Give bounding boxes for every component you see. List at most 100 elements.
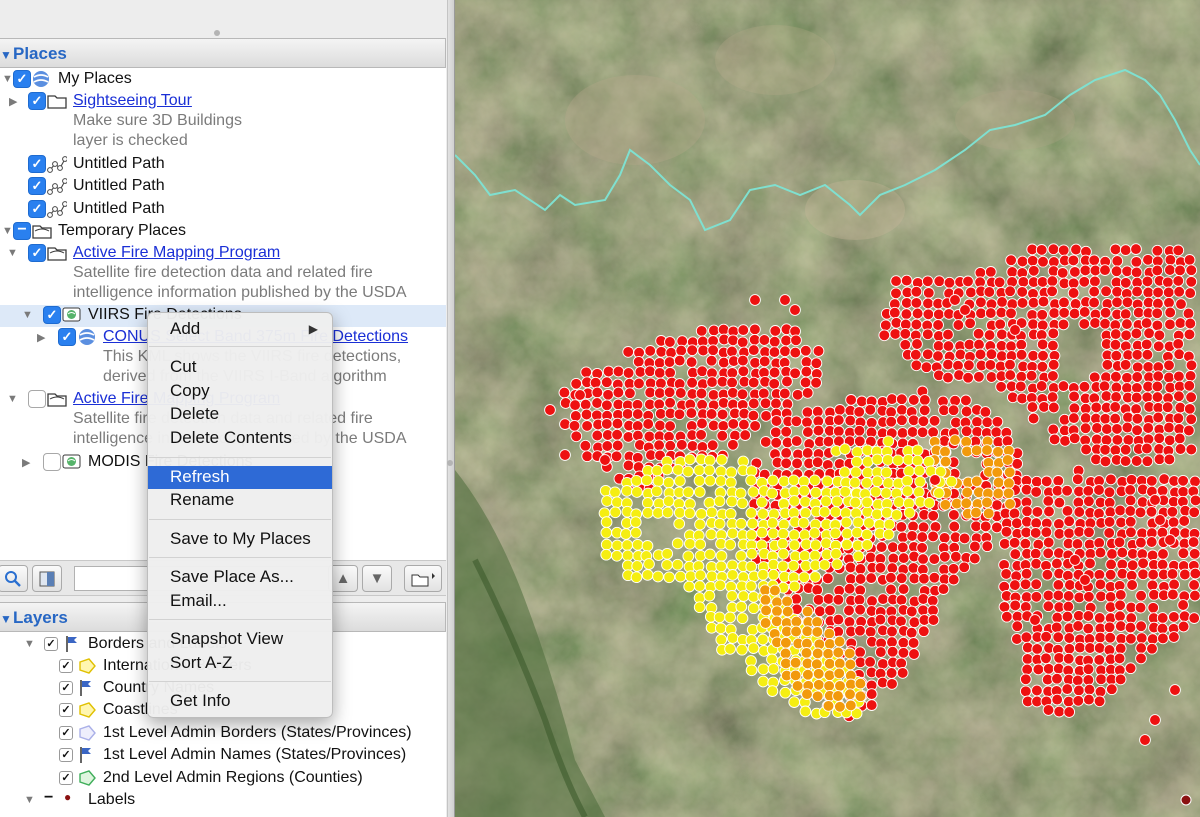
fire-detection-point[interactable] [875, 541, 888, 553]
fire-detection-point[interactable] [1029, 614, 1041, 626]
fire-detection-point[interactable] [629, 516, 642, 528]
fire-detection-point[interactable] [1082, 622, 1095, 635]
fire-detection-point[interactable] [644, 386, 657, 399]
fire-detection-point[interactable] [917, 625, 930, 638]
fire-detection-point[interactable] [991, 499, 1003, 511]
fire-detection-point[interactable] [1173, 285, 1186, 298]
fire-detection-point[interactable] [1126, 579, 1138, 591]
fire-detection-point[interactable] [1122, 434, 1135, 446]
fire-detection-point[interactable] [776, 537, 789, 550]
fire-detection-point[interactable] [1020, 591, 1033, 603]
fire-detection-point[interactable] [716, 375, 729, 388]
fire-detection-point[interactable] [852, 516, 864, 529]
fire-detection-point[interactable] [1047, 243, 1060, 256]
fire-detection-point[interactable] [694, 569, 707, 582]
fire-detection-point[interactable] [822, 647, 835, 660]
fire-detection-point[interactable] [757, 568, 769, 581]
fire-detection-point[interactable] [811, 584, 824, 596]
fire-detection-point[interactable] [1093, 612, 1106, 624]
fire-detection-point[interactable] [734, 487, 747, 500]
fire-detection-point[interactable] [854, 603, 866, 616]
fire-detection-point[interactable] [717, 420, 730, 432]
fire-detection-point[interactable] [1078, 318, 1091, 330]
fire-detection-point[interactable] [1183, 254, 1196, 266]
fire-detection-point[interactable] [914, 475, 926, 488]
fire-detection-point[interactable] [664, 366, 676, 379]
fire-detection-point[interactable] [799, 495, 812, 508]
fire-detection-point[interactable] [1143, 327, 1155, 340]
fire-detection-point[interactable] [1149, 494, 1161, 506]
fire-detection-point[interactable] [839, 485, 852, 498]
fire-detection-point[interactable] [767, 558, 780, 571]
fire-detection-point[interactable] [801, 406, 814, 419]
fire-detection-point[interactable] [890, 287, 902, 300]
fire-detection-point[interactable] [1183, 424, 1195, 437]
tree-link[interactable]: Sightseeing Tour [73, 92, 192, 110]
fire-detection-point[interactable] [1145, 536, 1158, 548]
fire-detection-point[interactable] [981, 496, 993, 509]
fire-detection-point[interactable] [727, 438, 739, 451]
fire-detection-point[interactable] [747, 397, 760, 410]
fire-detection-point[interactable] [1005, 254, 1017, 267]
fire-detection-point[interactable] [1067, 254, 1080, 267]
earth-view-map[interactable] [455, 0, 1200, 817]
fire-detection-point[interactable] [1103, 621, 1116, 634]
fire-detection-point[interactable] [1121, 371, 1133, 384]
fire-detection-point[interactable] [717, 356, 730, 369]
fire-detection-point[interactable] [1177, 547, 1190, 560]
fire-detection-point[interactable] [790, 435, 803, 447]
fire-detection-point[interactable] [693, 580, 706, 592]
fire-detection-point[interactable] [1174, 264, 1186, 277]
fire-detection-point[interactable] [1001, 454, 1014, 466]
fire-detection-point[interactable] [833, 657, 846, 670]
fire-detection-point[interactable] [600, 526, 613, 539]
fire-detection-point[interactable] [1035, 244, 1048, 256]
fire-detection-point[interactable] [726, 345, 738, 358]
fire-detection-point[interactable] [788, 529, 801, 541]
fire-detection-point[interactable] [1003, 477, 1015, 490]
fire-detection-point[interactable] [789, 656, 802, 669]
fire-detection-point[interactable] [737, 365, 750, 378]
fire-detection-point[interactable] [1093, 642, 1106, 654]
fire-detection-point[interactable] [758, 355, 771, 368]
fire-detection-point[interactable] [922, 287, 935, 299]
fire-detection-point[interactable] [1016, 297, 1029, 309]
fire-detection-point[interactable] [611, 439, 624, 452]
fire-detection-point[interactable] [1027, 318, 1039, 331]
checkbox-country-names[interactable]: ✓ [59, 681, 73, 695]
fire-detection-point[interactable] [899, 338, 912, 351]
fire-detection-point[interactable] [927, 426, 939, 439]
fire-detection-point[interactable] [781, 605, 794, 618]
fire-detection-point[interactable] [927, 530, 939, 543]
fire-detection-point[interactable] [854, 656, 867, 669]
fire-detection-point[interactable] [809, 539, 822, 551]
checkbox-international-borders[interactable]: ✓ [59, 659, 73, 673]
fire-detection-point[interactable] [726, 367, 739, 379]
fire-detection-point[interactable] [1119, 443, 1132, 456]
fire-detection-point[interactable] [895, 572, 908, 585]
fire-detection-point[interactable] [1074, 641, 1086, 654]
fire-detection-point[interactable] [643, 430, 656, 443]
fire-detection-point[interactable] [1079, 264, 1092, 277]
fire-detection-point[interactable] [1147, 568, 1160, 581]
fire-detection-point[interactable] [591, 397, 603, 409]
fire-detection-point[interactable] [1184, 317, 1197, 330]
fire-detection-point[interactable] [1057, 244, 1070, 257]
fire-detection-point[interactable] [890, 316, 903, 329]
fire-detection-point[interactable] [580, 408, 593, 421]
fire-detection-point[interactable] [601, 495, 613, 507]
fire-detection-point[interactable] [779, 686, 792, 699]
fire-detection-point[interactable] [1166, 505, 1179, 518]
fire-detection-point[interactable] [1020, 483, 1033, 496]
fire-detection-point[interactable] [801, 387, 814, 399]
placemark-icon[interactable] [1180, 794, 1192, 806]
fire-detection-point[interactable] [745, 529, 758, 541]
fire-detection-point[interactable] [787, 474, 800, 487]
fire-detection-point[interactable] [843, 647, 856, 660]
fire-detection-point[interactable] [1151, 307, 1164, 320]
fire-detection-point[interactable] [747, 376, 760, 389]
fire-detection-point[interactable] [661, 463, 673, 476]
fire-detection-point[interactable] [735, 550, 747, 562]
fire-detection-point[interactable] [1009, 599, 1022, 612]
fire-detection-point[interactable] [1124, 505, 1137, 517]
